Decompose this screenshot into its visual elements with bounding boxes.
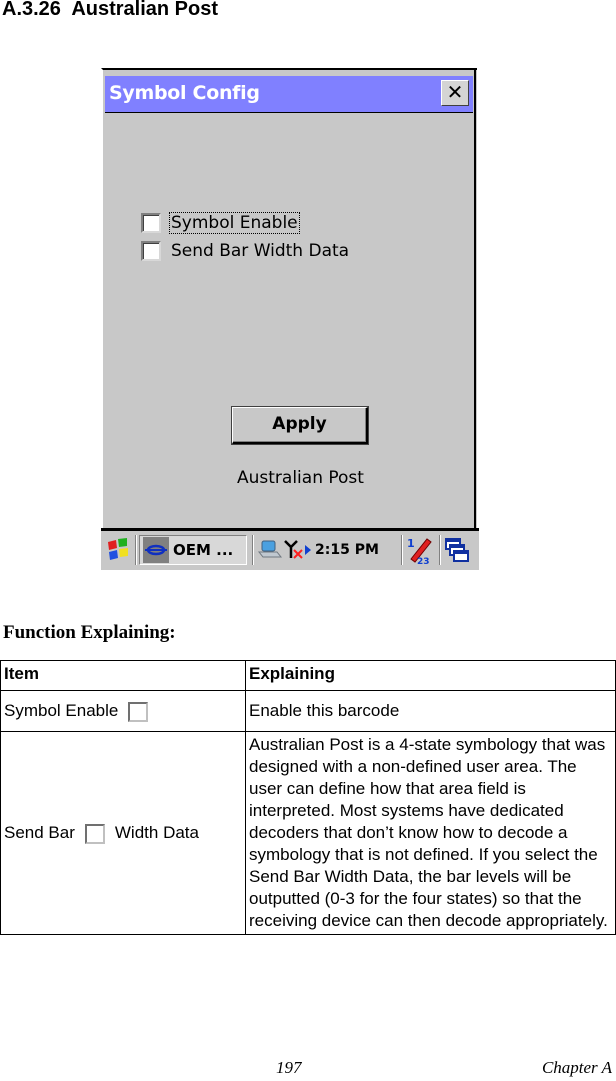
symbol-enable-checkbox-row[interactable]: Symbol Enable (141, 211, 300, 235)
page-number: 197 (276, 1058, 302, 1077)
taskbar: OEM ... 2:15 PM 1 23 (101, 528, 479, 570)
dialog-titlebar: Symbol Config ✕ (105, 76, 473, 113)
network-icon[interactable] (257, 539, 283, 561)
tray-expand-arrow-icon[interactable] (305, 545, 311, 555)
column-header-item: Item (0, 660, 246, 691)
input-panel-pen-icon: 1 23 (407, 537, 432, 565)
taskbar-separator (252, 535, 254, 565)
oem-app-icon (143, 537, 169, 563)
close-icon: ✕ (446, 80, 464, 104)
table-row: Send Bar Width Data Australian Post is a … (0, 731, 616, 935)
switch-windows-button[interactable] (444, 535, 474, 565)
item-cell: Symbol Enable (0, 690, 246, 732)
section-heading: A.3.26 Australian Post (2, 0, 218, 21)
function-table: Item Explaining Symbol Enable Enable thi… (0, 660, 616, 935)
function-explaining-heading: Function Explaining: (3, 622, 176, 643)
close-button[interactable]: ✕ (441, 80, 469, 106)
section-number: A.3.26 (2, 0, 61, 20)
dialog-title: Symbol Config (109, 82, 260, 104)
column-header-explaining: Explaining (245, 660, 616, 691)
windows-flag-icon (108, 538, 128, 560)
send-bar-width-label[interactable]: Send Bar Width Data (170, 241, 350, 261)
symbol-enable-label[interactable]: Symbol Enable (169, 212, 300, 234)
section-title: Australian Post (71, 0, 219, 20)
item-label: Symbol Enable (4, 701, 119, 720)
system-tray: 2:15 PM (257, 535, 399, 565)
item-cell: Send Bar Width Data (0, 731, 246, 935)
taskbar-separator (401, 535, 403, 565)
start-button[interactable] (105, 535, 133, 565)
checkbox-icon (84, 823, 105, 844)
send-bar-width-checkbox[interactable] (141, 241, 161, 261)
oem-task-button[interactable]: OEM ... (139, 535, 247, 565)
input-panel-button[interactable]: 1 23 (405, 535, 435, 565)
symbology-name-label: Australian Post (237, 468, 364, 488)
table-header-row: Item Explaining (0, 660, 616, 691)
chapter-label: Chapter A (541, 1058, 612, 1077)
explaining-cell: Enable this barcode (245, 690, 616, 732)
send-bar-width-checkbox-row[interactable]: Send Bar Width Data (141, 239, 350, 263)
no-signal-antenna-icon[interactable] (283, 538, 305, 562)
clock[interactable]: 2:15 PM (315, 542, 379, 558)
svg-text:1: 1 (407, 537, 415, 550)
explaining-cell: Australian Post is a 4-state symbology t… (245, 731, 616, 935)
svg-text:23: 23 (417, 557, 430, 565)
taskbar-separator (439, 535, 441, 565)
checkbox-icon (128, 701, 149, 722)
switch-windows-icon (445, 538, 469, 562)
table-row: Symbol Enable Enable this barcode (0, 690, 616, 732)
taskbar-separator (135, 535, 137, 565)
item-label-suffix: Width Data (114, 823, 199, 842)
apply-button[interactable]: Apply (232, 407, 368, 444)
symbol-enable-checkbox[interactable] (141, 213, 161, 233)
item-label: Send Bar (4, 823, 75, 842)
device-screenshot: Symbol Config ✕ Symbol Enable Send Bar W… (101, 68, 479, 570)
oem-task-label: OEM ... (173, 541, 234, 559)
